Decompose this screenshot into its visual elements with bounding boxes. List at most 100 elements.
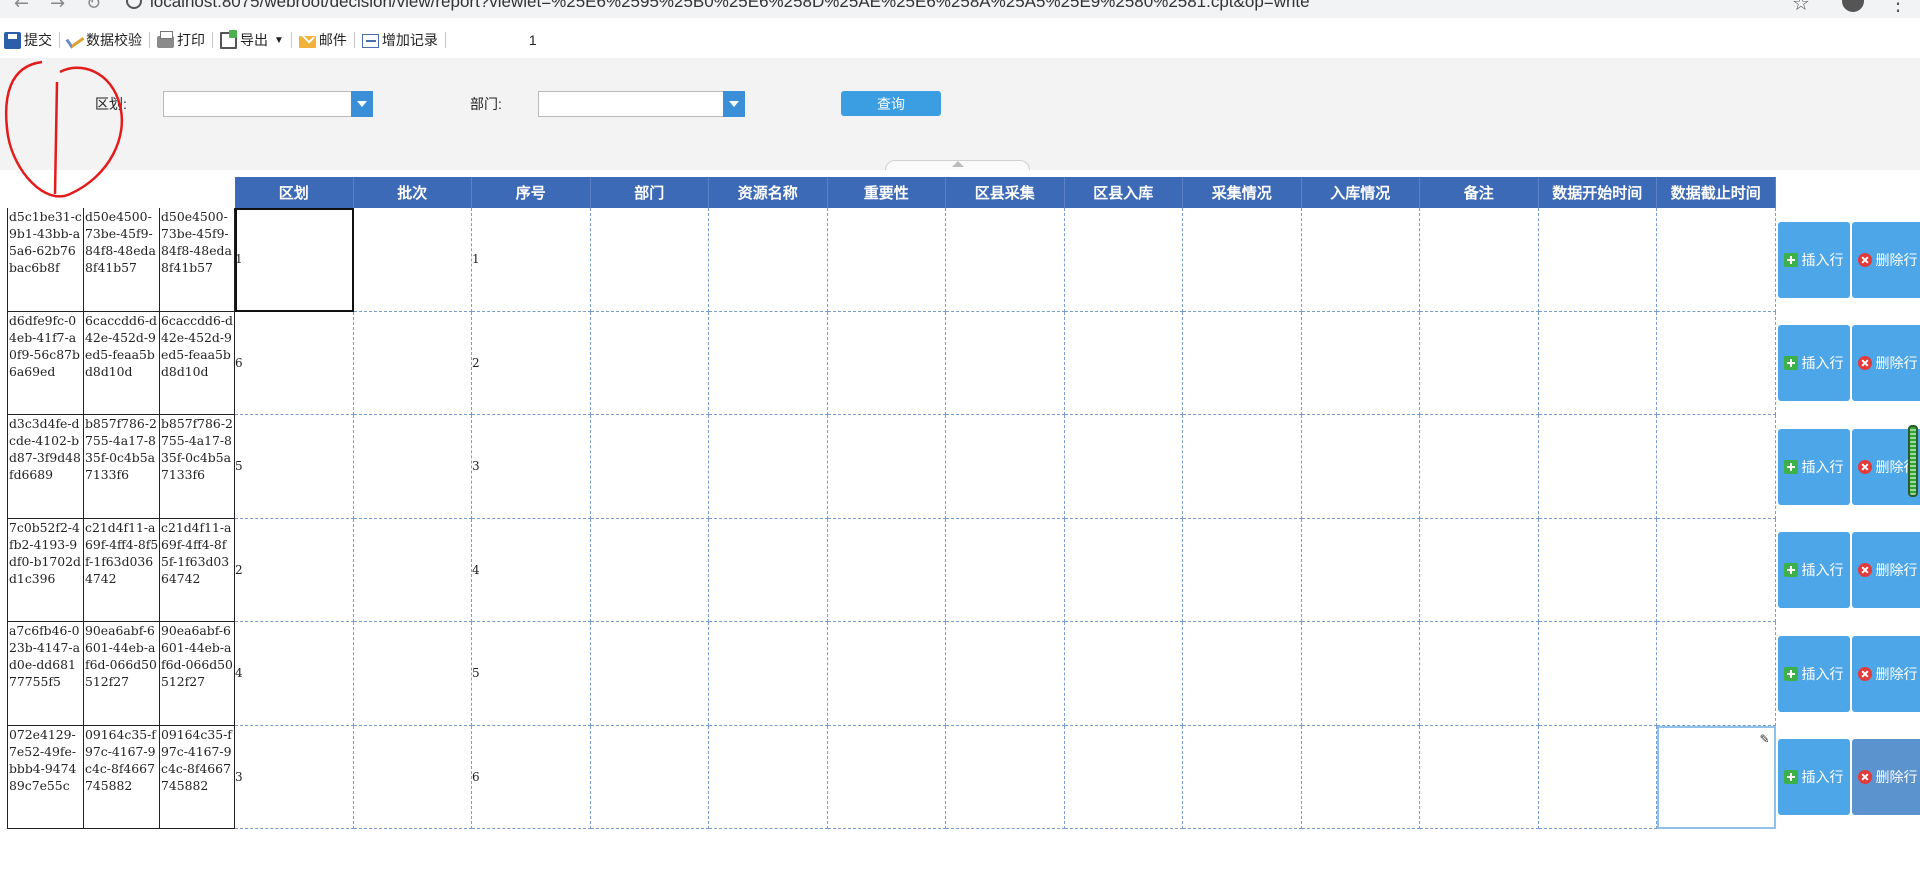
uuid-cell[interactable]: 90ea6abf-6601-44eb-af6d-066d50512f27 [159,622,235,726]
table-cell[interactable] [1420,518,1539,622]
table-cell[interactable] [590,518,709,622]
table-cell[interactable] [709,622,828,726]
reload-icon[interactable]: ↻ [86,0,101,14]
table-cell[interactable] [1064,622,1183,726]
uuid-cell[interactable]: c21d4f11-a69f-4ff4-8f5f-1f63d0364742 [159,518,235,622]
table-cell[interactable]: 5 [472,622,591,726]
delete-row-button[interactable]: 删除行 [1851,739,1920,816]
table-cell[interactable] [1064,415,1183,519]
dropdown-arrow-icon[interactable] [723,91,745,117]
table-cell[interactable] [1657,208,1776,312]
table-cell[interactable] [353,208,472,312]
table-cell[interactable] [709,208,828,312]
table-cell[interactable] [1657,518,1776,622]
table-cell[interactable] [1301,622,1420,726]
table-cell[interactable] [590,311,709,415]
mail-button[interactable]: 邮件 [295,28,351,52]
district-combo[interactable] [163,91,373,117]
department-combo[interactable] [538,91,745,117]
uuid-cell[interactable]: a7c6fb46-023b-4147-ad0e-dd68177755f5 [7,622,83,726]
uuid-cell[interactable]: 6caccdd6-d42e-452d-9ed5-feaa5bd8d10d [159,311,235,415]
insert-row-button[interactable]: 插入行 [1777,635,1850,712]
table-cell[interactable] [1183,208,1302,312]
insert-row-button[interactable]: 插入行 [1777,739,1850,816]
table-cell[interactable] [946,415,1065,519]
table-cell[interactable] [827,415,946,519]
collapse-filter-toggle[interactable] [885,160,1030,170]
table-cell[interactable] [353,518,472,622]
table-cell[interactable] [1538,415,1657,519]
delete-row-button[interactable]: 删除行 [1851,221,1920,298]
table-cell[interactable] [1657,415,1776,519]
insert-row-button[interactable]: 插入行 [1777,428,1850,505]
table-cell[interactable] [1301,518,1420,622]
uuid-cell[interactable]: 6caccdd6-d42e-452d-9ed5-feaa5bd8d10d [83,311,159,415]
table-cell[interactable] [946,725,1065,829]
table-cell[interactable] [1420,622,1539,726]
table-cell[interactable] [353,415,472,519]
table-cell[interactable] [1064,518,1183,622]
table-cell[interactable] [1657,311,1776,415]
table-cell[interactable]: 1 [235,208,354,312]
insert-row-button[interactable]: 插入行 [1777,221,1850,298]
uuid-cell[interactable]: d50e4500-73be-45f9-84f8-48eda8f41b57 [159,208,235,312]
forward-icon[interactable]: → [50,0,65,14]
table-cell[interactable] [1538,208,1657,312]
table-cell[interactable] [946,311,1065,415]
add-record-button[interactable]: 增加记录 [358,28,442,52]
table-cell[interactable] [1183,311,1302,415]
table-cell[interactable] [827,622,946,726]
table-cell[interactable]: 4 [235,622,354,726]
delete-row-button[interactable]: 删除行 [1851,325,1920,402]
uuid-cell[interactable]: d50e4500-73be-45f9-84f8-48eda8f41b57 [83,208,159,312]
uuid-cell[interactable]: 09164c35-f97c-4167-9c4c-8f4667745882 [159,725,235,829]
url-text[interactable]: localhost:8075/webroot/decision/view/rep… [150,0,1310,12]
table-cell[interactable] [590,208,709,312]
table-cell[interactable] [827,311,946,415]
table-cell[interactable]: 3 [235,725,354,829]
table-cell[interactable] [1183,415,1302,519]
table-cell[interactable] [709,311,828,415]
table-cell[interactable] [946,518,1065,622]
uuid-cell[interactable]: b857f786-2755-4a17-835f-0c4b5a7133f6 [159,415,235,519]
table-cell[interactable] [1420,311,1539,415]
table-cell[interactable] [1420,415,1539,519]
uuid-cell[interactable]: d6dfe9fc-04eb-41f7-a0f9-56c87b6a69ed [7,311,83,415]
table-cell[interactable]: 3 [472,415,591,519]
table-cell[interactable]: 6 [472,725,591,829]
table-cell[interactable] [946,622,1065,726]
table-cell[interactable] [827,725,946,829]
table-cell[interactable]: 2 [235,518,354,622]
table-cell[interactable] [1064,725,1183,829]
table-cell[interactable] [1538,725,1657,829]
table-cell[interactable] [353,311,472,415]
browser-menu-icon[interactable]: ⋮ [1888,0,1908,15]
submit-button[interactable]: 提交 [0,28,56,52]
table-cell[interactable] [1301,311,1420,415]
table-cell[interactable] [1538,311,1657,415]
table-cell[interactable] [590,415,709,519]
uuid-cell[interactable]: d5c1be31-c9b1-43bb-a5a6-62b76bac6b8f [7,208,83,312]
delete-row-button[interactable]: 删除行 [1851,635,1920,712]
table-cell[interactable] [353,725,472,829]
uuid-cell[interactable]: 072e4129-7e52-49fe-bbb4-947489c7e55c [7,725,83,829]
table-cell[interactable] [1538,622,1657,726]
table-cell[interactable] [1420,725,1539,829]
uuid-cell[interactable]: c21d4f11-a69f-4ff4-8f5f-1f63d0364742 [83,518,159,622]
print-button[interactable]: 打印 [153,28,209,52]
insert-row-button[interactable]: 插入行 [1777,325,1850,402]
table-cell[interactable] [1183,622,1302,726]
dropdown-arrow-icon[interactable] [351,91,373,117]
table-cell[interactable] [827,518,946,622]
scroll-handle[interactable] [1908,425,1918,497]
table-cell[interactable] [1301,725,1420,829]
table-cell[interactable] [1657,622,1776,726]
table-cell[interactable] [1183,725,1302,829]
table-cell[interactable] [709,725,828,829]
uuid-cell[interactable]: 7c0b52f2-4fb2-4193-9df0-b1702dd1c396 [7,518,83,622]
uuid-cell[interactable]: 90ea6abf-6601-44eb-af6d-066d50512f27 [83,622,159,726]
table-cell[interactable] [1064,208,1183,312]
insert-row-button[interactable]: 插入行 [1777,532,1850,609]
query-button[interactable]: 查询 [841,91,941,116]
uuid-cell[interactable]: b857f786-2755-4a17-835f-0c4b5a7133f6 [83,415,159,519]
